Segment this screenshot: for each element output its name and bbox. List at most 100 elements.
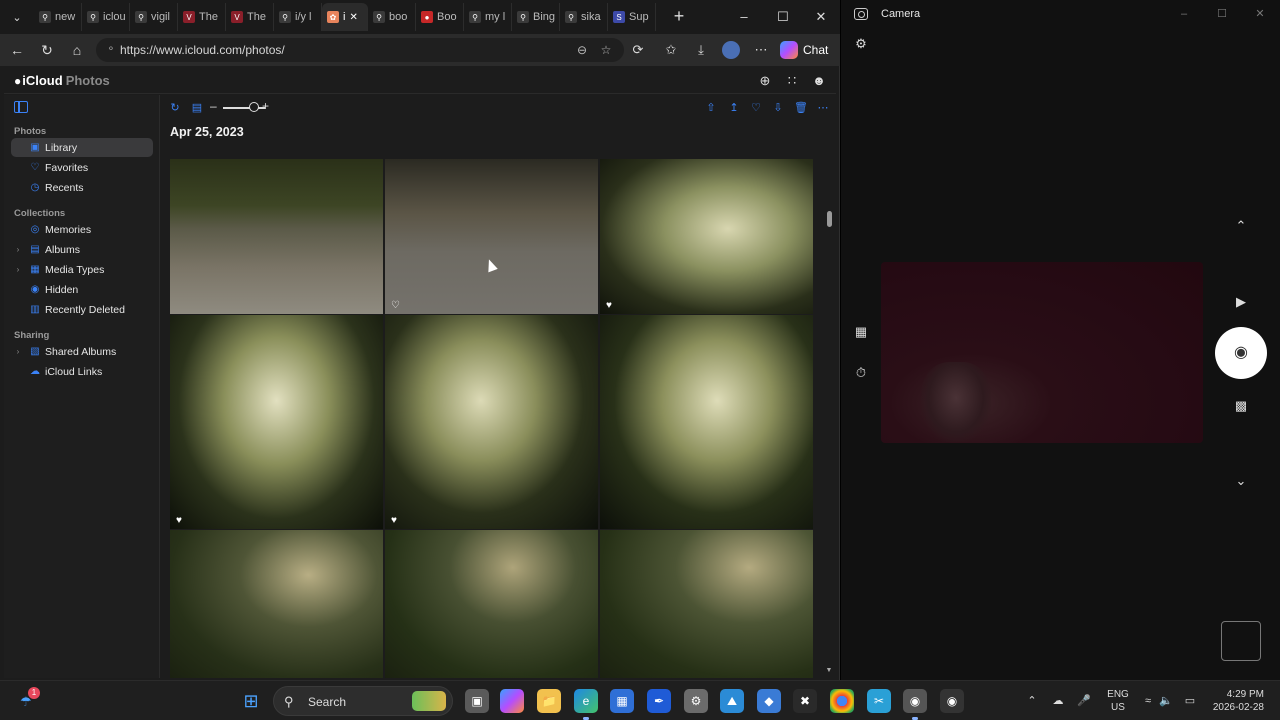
snipping-icon[interactable]: ✂	[867, 689, 891, 713]
maximize-button[interactable]: ☐	[772, 6, 794, 28]
volume-icon[interactable]: 🔈	[1158, 693, 1174, 709]
url-text[interactable]: https://www.icloud.com/photos/	[120, 43, 285, 57]
edge-icon[interactable]: e	[574, 689, 598, 713]
editor-icon[interactable]: ✒	[647, 689, 671, 713]
sidebar-item-albums[interactable]: › ▤ Albums	[11, 240, 153, 259]
extensions-icon[interactable]: ⟳	[627, 39, 649, 61]
icloud-brand[interactable]: ●iCloud Photos	[14, 73, 110, 88]
tray-overflow-icon[interactable]: ⌃	[1024, 693, 1040, 709]
add-icon[interactable]: ⊕	[756, 72, 774, 90]
camera-maximize-button[interactable]: ☐	[1213, 6, 1231, 22]
recorder-icon[interactable]: ◉	[940, 689, 964, 713]
qr-scan-icon[interactable]: ▩	[1231, 396, 1251, 416]
photo-thumbnail[interactable]	[385, 530, 598, 678]
downloads-icon[interactable]: ⤓	[690, 39, 712, 61]
onedrive-icon[interactable]: ☁	[1050, 693, 1066, 709]
start-windows-icon[interactable]: ⊞	[239, 689, 263, 713]
timer-off-icon[interactable]: ⏱	[851, 363, 871, 383]
download-icon[interactable]: ⇩	[770, 100, 786, 116]
taskbar-search[interactable]: ⚲ Search	[273, 686, 453, 716]
upload-icon[interactable]: ⇧	[703, 100, 719, 116]
share-icon[interactable]: ↥	[726, 100, 742, 116]
browser-tab[interactable]: ⚲ i/y l	[274, 3, 322, 31]
browser-tab[interactable]: ⚲ iclou	[82, 3, 130, 31]
hdr-off-icon[interactable]: ▦	[851, 322, 871, 342]
photo-thumbnail[interactable]	[600, 315, 813, 529]
copilot-chat-button[interactable]: Chat	[780, 39, 828, 61]
sidebar-item-favorites[interactable]: ♡ Favorites	[11, 158, 153, 177]
refresh-button[interactable]: ↻	[36, 39, 58, 61]
photo-thumbnail[interactable]: ♥	[600, 159, 813, 314]
account-icon[interactable]: ☻	[810, 72, 828, 90]
sidebar-item-memories[interactable]: ◎ Memories	[11, 220, 153, 239]
battery-icon[interactable]: ▭	[1182, 693, 1198, 709]
chevron-right-icon[interactable]: ›	[11, 347, 25, 356]
browser-tab[interactable]: ✿ i ✕	[322, 3, 368, 31]
widgets-button[interactable]: ☂ 1	[16, 687, 40, 712]
capcut-icon[interactable]: ✖	[793, 689, 817, 713]
sidebar-toggle-icon[interactable]	[14, 101, 28, 113]
task-view-icon[interactable]: ▣	[465, 689, 489, 713]
settings-icon[interactable]: ⚙	[684, 689, 708, 713]
vpn-icon[interactable]: ◆	[757, 689, 781, 713]
camera-minimize-button[interactable]: –	[1175, 6, 1193, 22]
sidebar-item-shared-albums[interactable]: › ▧ Shared Albums	[11, 342, 153, 361]
store-icon[interactable]: ▦	[610, 689, 634, 713]
microphone-icon[interactable]: 🎤	[1076, 693, 1092, 709]
view-mode-icon[interactable]: ▤	[189, 100, 205, 116]
browser-tab[interactable]: V The	[226, 3, 274, 31]
favorite-icon[interactable]: ♡	[748, 100, 764, 116]
camera-close-button[interactable]: ✕	[1251, 6, 1269, 22]
delete-icon[interactable]: 🗑	[793, 100, 809, 116]
take-photo-button[interactable]: ◉	[1215, 327, 1267, 379]
browser-tab[interactable]: ⚲ vigil	[130, 3, 178, 31]
browser-tab[interactable]: V The	[178, 3, 226, 31]
sidebar-item-hidden[interactable]: ◉ Hidden	[11, 280, 153, 299]
file-explorer-icon[interactable]: 📁	[537, 689, 561, 713]
language-indicator[interactable]: ENG US	[1104, 688, 1132, 714]
chevron-right-icon[interactable]: ›	[11, 265, 25, 274]
favorites-icon[interactable]: ✩	[660, 39, 682, 61]
new-tab-button[interactable]: +	[668, 6, 690, 28]
copilot-app-icon[interactable]	[500, 689, 524, 713]
address-bar[interactable]: ⚬ https://www.icloud.com/photos/ ⊖ ☆	[96, 38, 624, 62]
settings-gear-icon[interactable]: ⚙	[851, 34, 871, 54]
close-tab-icon[interactable]: ✕	[349, 12, 357, 23]
photos-app-icon[interactable]: ⛰	[720, 689, 744, 713]
scrollbar-thumb[interactable]	[827, 211, 832, 227]
sidebar-item-media-types[interactable]: › ▦ Media Types	[11, 260, 153, 279]
favorite-star-icon[interactable]: ☆	[596, 40, 616, 60]
zoom-icon[interactable]: ⊖	[572, 40, 592, 60]
select-mode-icon[interactable]: ↻	[167, 100, 183, 116]
browser-tab[interactable]: ⚲ Bing	[512, 3, 560, 31]
gallery-thumbnail[interactable]	[1221, 621, 1261, 661]
system-clock[interactable]: 4:29 PM 2026-02-28	[1206, 688, 1264, 714]
sidebar-item-recents[interactable]: ◷ Recents	[11, 178, 153, 197]
browser-tab[interactable]: ⚲ boo	[368, 3, 416, 31]
chevron-right-icon[interactable]: ›	[11, 245, 25, 254]
back-button[interactable]: ←	[6, 39, 28, 61]
browser-tab[interactable]: ⚲ new	[34, 3, 82, 31]
browser-tab[interactable]: ⚲ sika	[560, 3, 608, 31]
browser-tab[interactable]: S Sup	[608, 3, 656, 31]
chrome-icon[interactable]	[830, 689, 854, 713]
zoom-in-icon[interactable]: +	[262, 99, 269, 113]
browser-tab[interactable]: ● Boo	[416, 3, 464, 31]
more-options-icon[interactable]: ⋯	[815, 100, 831, 116]
photo-thumbnail[interactable]	[170, 530, 383, 678]
photo-thumbnail[interactable]	[600, 530, 813, 678]
app-grid-icon[interactable]: ∷	[783, 72, 801, 90]
video-mode-icon[interactable]: ▶	[1231, 292, 1251, 312]
profile-avatar[interactable]	[720, 39, 742, 61]
close-window-button[interactable]: ✕	[810, 6, 832, 28]
photo-thumbnail[interactable]: ♥	[385, 315, 598, 529]
home-button[interactable]: ⌂	[66, 39, 88, 61]
photo-thumbnail[interactable]: ♥	[170, 315, 383, 529]
sidebar-item-library[interactable]: ▣ Library	[11, 138, 153, 157]
more-menu-icon[interactable]: ⋯	[750, 39, 772, 61]
browser-tab[interactable]: ⚲ my l	[464, 3, 512, 31]
wifi-icon[interactable]: ≈	[1140, 693, 1156, 709]
chevron-up-icon[interactable]: ⌃	[1231, 216, 1251, 236]
tab-actions-menu[interactable]: ⌄	[6, 6, 28, 28]
camera-app-taskbar-icon[interactable]: ◉	[903, 689, 927, 713]
